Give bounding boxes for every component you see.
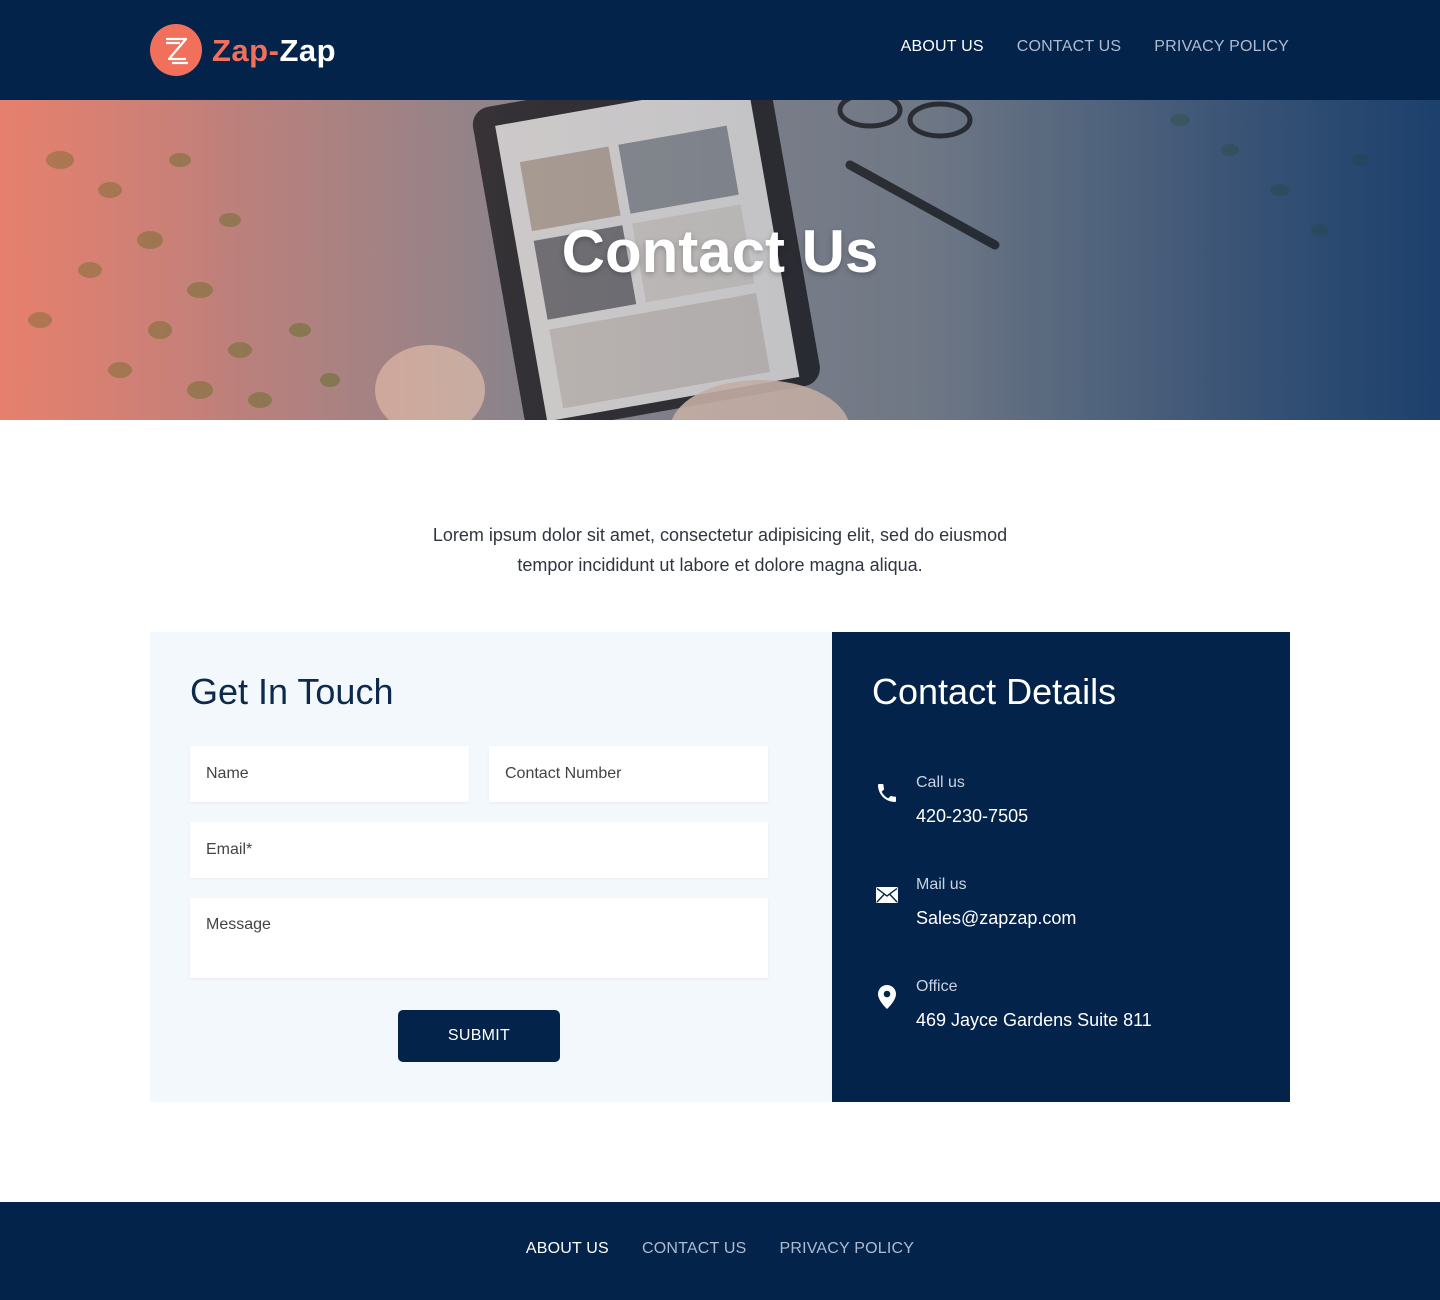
detail-mail: Mail us Sales@zapzap.com: [872, 876, 1272, 936]
footer-nav-about-us[interactable]: ABOUT US: [526, 1240, 609, 1258]
office-address: 469 Jayce Gardens Suite 811: [916, 1010, 1152, 1030]
logo-wordmark: Zap-Zap: [212, 35, 336, 66]
hero-banner: Contact Us: [0, 100, 1440, 420]
email-input[interactable]: Email*: [190, 822, 768, 878]
detail-call: Call us 420-230-7505: [872, 774, 1272, 834]
nav-about-us[interactable]: ABOUT US: [901, 38, 984, 56]
contact-number-placeholder: Contact Number: [505, 765, 622, 782]
call-label: Call us: [916, 774, 965, 791]
nav-contact-us[interactable]: CONTACT US: [1017, 38, 1122, 56]
phone-number[interactable]: 420-230-7505: [916, 806, 1028, 827]
message-textarea[interactable]: Message: [190, 898, 768, 978]
phone-icon: [872, 778, 902, 808]
email-address[interactable]: Sales@zapzap.com: [916, 908, 1076, 929]
message-placeholder: Message: [206, 916, 271, 933]
header-nav: ABOUT US CONTACT US PRIVACY POLICY: [901, 38, 1289, 56]
footer-nav-contact-us[interactable]: CONTACT US: [642, 1240, 747, 1258]
contact-form-panel: Get In Touch Name Contact Number Email* …: [150, 632, 832, 1102]
site-header: Zap-Zap ABOUT US CONTACT US PRIVACY POLI…: [0, 0, 1440, 100]
intro-line-2: tempor incididunt ut labore et dolore ma…: [517, 555, 923, 575]
contact-details-panel: Contact Details Call us 420-230-7505 Mai…: [832, 632, 1290, 1102]
page-title: Contact Us: [561, 218, 879, 285]
logo-z-icon: [150, 24, 202, 76]
footer-nav: ABOUT US CONTACT US PRIVACY POLICY: [0, 1240, 1440, 1258]
intro-line-1: Lorem ipsum dolor sit amet, consectetur …: [432, 525, 1008, 545]
intro-text: Lorem ipsum dolor sit amet, consectetur …: [420, 520, 1020, 580]
nav-privacy-policy[interactable]: PRIVACY POLICY: [1154, 38, 1289, 56]
name-input[interactable]: Name: [190, 746, 469, 802]
logo-wordmark-part1: Zap-: [212, 32, 280, 68]
form-title: Get In Touch: [190, 671, 394, 712]
name-placeholder: Name: [206, 765, 249, 782]
email-placeholder: Email*: [206, 841, 253, 858]
footer-nav-privacy-policy[interactable]: PRIVACY POLICY: [779, 1240, 914, 1258]
mail-label: Mail us: [916, 876, 967, 893]
site-footer: ABOUT US CONTACT US PRIVACY POLICY: [0, 1202, 1440, 1300]
brand-logo[interactable]: Zap-Zap: [150, 24, 336, 76]
mail-icon: [872, 880, 902, 910]
contact-number-input[interactable]: Contact Number: [489, 746, 768, 802]
location-pin-icon: [872, 982, 902, 1012]
office-label: Office: [916, 978, 958, 995]
submit-button[interactable]: SUBMIT: [398, 1010, 560, 1062]
logo-wordmark-part2: Zap: [279, 32, 337, 68]
detail-office: Office 469 Jayce Gardens Suite 811: [872, 978, 1272, 1038]
details-title: Contact Details: [872, 671, 1117, 712]
